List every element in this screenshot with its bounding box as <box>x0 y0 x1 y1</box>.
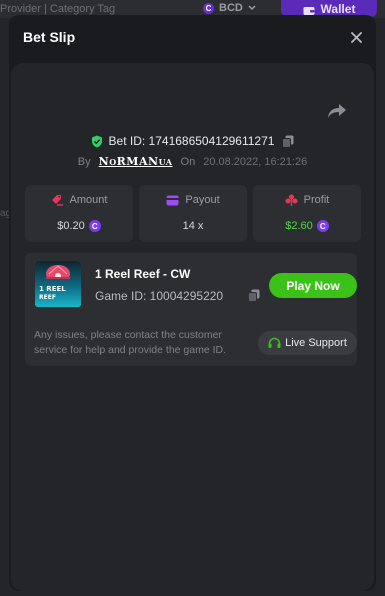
coin-icon: C <box>316 220 329 232</box>
on-label: On <box>180 155 196 168</box>
payout-value: 14 x <box>182 220 204 232</box>
copy-icon[interactable] <box>248 289 260 302</box>
modal-title: Bet Slip <box>23 29 76 45</box>
profit-icon <box>285 194 298 206</box>
payout-stat: Payout 14 x <box>139 185 247 242</box>
shield-check-icon <box>91 135 102 147</box>
payout-icon <box>166 195 179 205</box>
play-now-button[interactable]: Play Now <box>269 273 357 298</box>
chevron-down-icon <box>248 5 256 11</box>
share-icon <box>328 104 346 118</box>
game-id: Game ID: 10004295220 <box>95 289 224 303</box>
live-support-label: Live Support <box>285 337 347 349</box>
share-button[interactable] <box>327 103 349 125</box>
wallet-label: Wallet <box>320 2 356 16</box>
profit-label: Profit <box>303 194 330 206</box>
currency-selector[interactable]: C BCD <box>203 2 256 14</box>
amount-value: $0.20 <box>57 220 85 232</box>
amount-icon <box>51 195 63 206</box>
currency-label: BCD <box>219 2 243 14</box>
support-note: Any issues, please contact the customer … <box>34 329 227 356</box>
payout-label: Payout <box>185 194 220 206</box>
close-button[interactable] <box>347 28 365 46</box>
profit-stat: Profit $2.60 C <box>253 185 361 242</box>
bet-slip-modal: Bet Slip Bet ID: 1741686504129611271 By … <box>9 15 376 591</box>
svg-text:1 REEL: 1 REEL <box>39 285 66 293</box>
profit-value: $2.60 <box>285 220 313 232</box>
coin-icon: C <box>88 220 101 232</box>
amount-stat: Amount $0.20 C <box>25 185 133 242</box>
bet-author-row: By NoRMANua On 20.08.2022, 16:21:26 <box>11 155 374 168</box>
game-thumbnail-image: 1 REEL REEF <box>35 261 81 307</box>
bet-details-card: Bet ID: 1741686504129611271 By NoRMANua … <box>11 63 374 591</box>
game-thumbnail[interactable]: 1 REEL REEF <box>35 261 81 307</box>
game-title: 1 Reel Reef - CW <box>95 267 191 281</box>
headset-icon <box>268 337 281 348</box>
by-label: By <box>77 155 91 168</box>
game-info-box: 1 REEL REEF 1 Reel Reef - CW Game ID: 10… <box>25 253 357 366</box>
bet-id-row: Bet ID: 1741686504129611271 <box>11 134 374 148</box>
amount-label: Amount <box>69 194 108 206</box>
bet-stats: Amount $0.20 C Payout 14 x Profit $2.60 … <box>25 185 361 242</box>
live-support-button[interactable]: Live Support <box>258 331 357 355</box>
username-link[interactable]: NoRMANua <box>99 155 173 168</box>
copy-icon[interactable] <box>282 135 294 148</box>
breadcrumb: Provider | Category Tag <box>0 3 116 15</box>
coin-icon: C <box>203 2 214 14</box>
close-icon <box>350 31 362 43</box>
bet-id: Bet ID: 1741686504129611271 <box>108 134 275 148</box>
bet-datetime: 20.08.2022, 16:21:26 <box>203 155 308 168</box>
svg-text:REEF: REEF <box>39 294 56 301</box>
